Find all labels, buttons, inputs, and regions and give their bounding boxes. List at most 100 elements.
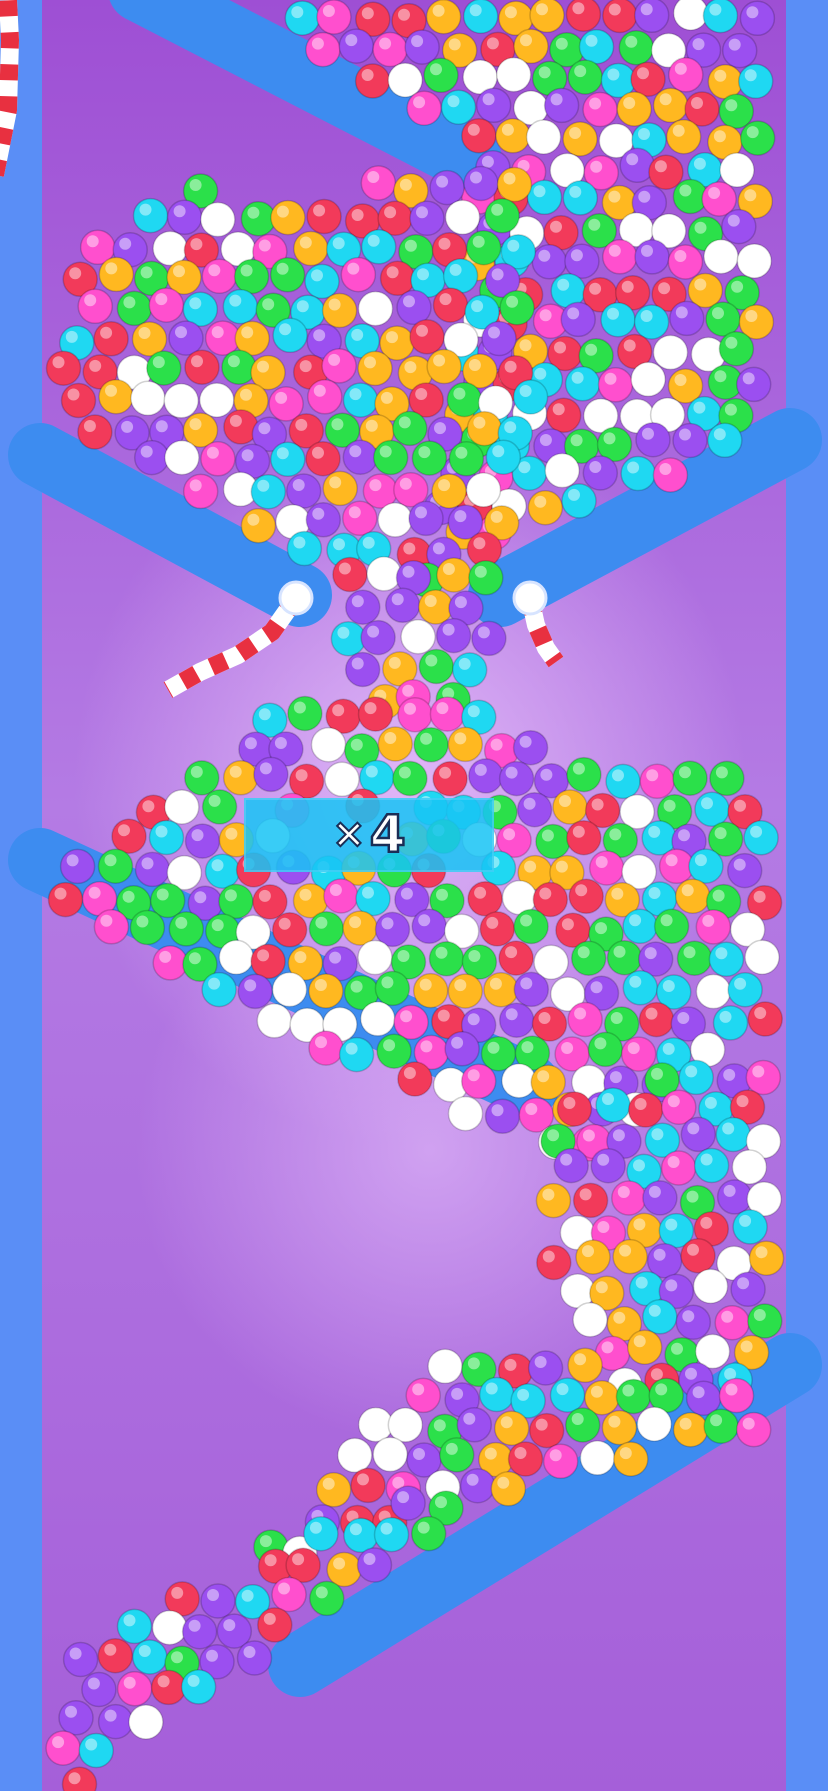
ball-shine: [206, 446, 219, 459]
ball: [721, 32, 758, 69]
ball: [446, 381, 483, 418]
ball: [531, 244, 568, 280]
ball: [735, 366, 772, 403]
ball: [252, 884, 288, 920]
ball: [552, 789, 588, 825]
ball: [271, 912, 308, 948]
ball-shine: [659, 93, 672, 106]
ball-shine: [724, 403, 737, 416]
ball: [357, 696, 394, 732]
ball-shine: [469, 65, 482, 77]
ball: [703, 238, 739, 275]
ball: [379, 260, 416, 297]
ball-shine: [567, 307, 580, 320]
ball-shine: [709, 3, 722, 16]
ball-shine: [173, 860, 186, 873]
ball: [680, 1116, 717, 1153]
ball: [512, 379, 549, 415]
ball: [376, 1033, 412, 1069]
ball-shine: [454, 1101, 467, 1114]
ball-shine: [505, 766, 518, 779]
ball-shine: [752, 1129, 765, 1142]
ball-shine: [155, 293, 168, 306]
ball-shine: [505, 1008, 518, 1021]
ball: [410, 1515, 447, 1552]
ball-shine: [633, 1159, 645, 1172]
game-screen[interactable]: × 4: [0, 0, 828, 1791]
ball: [606, 939, 643, 976]
ball-shine: [681, 884, 694, 897]
ball: [201, 789, 238, 825]
ball-shine: [683, 946, 696, 959]
ball-shine: [701, 1339, 714, 1352]
ball-shine: [394, 1412, 407, 1425]
ball-shine: [227, 237, 240, 249]
ball-shine: [570, 434, 583, 447]
ball: [133, 439, 170, 476]
ball-shine: [563, 1097, 576, 1109]
ball: [630, 61, 666, 97]
ball-shine: [438, 237, 451, 250]
ball-shine: [626, 404, 639, 417]
ball-shine: [472, 235, 485, 248]
ball-shine: [474, 886, 487, 899]
ball-shine: [626, 799, 639, 812]
ball-shine: [136, 915, 149, 928]
ball: [680, 1237, 716, 1274]
ball: [667, 244, 704, 280]
ball: [373, 1516, 410, 1553]
ball-shine: [589, 282, 602, 295]
ball-shine: [295, 769, 308, 782]
ball: [564, 1407, 601, 1443]
ball: [342, 382, 379, 418]
ball: [257, 1607, 293, 1643]
ball: [409, 319, 445, 355]
ball-shine: [490, 510, 503, 523]
ball-shine: [439, 1072, 452, 1085]
ball: [587, 1031, 624, 1068]
ball-shine: [497, 1476, 510, 1489]
ball: [544, 452, 580, 489]
ball: [709, 760, 745, 797]
ball-shine: [329, 951, 342, 964]
ball-shine: [566, 1279, 579, 1291]
ball-shine: [579, 1188, 592, 1201]
ball: [566, 819, 602, 856]
ball: [678, 1059, 714, 1096]
ball-shine: [121, 420, 134, 433]
ball: [620, 1036, 657, 1072]
ball: [285, 473, 322, 509]
ball-shine: [189, 297, 202, 310]
ball-shine: [299, 360, 312, 373]
ball: [483, 971, 519, 1008]
ball-shine: [520, 914, 533, 927]
ball-shine: [574, 65, 587, 78]
ball-shine: [313, 204, 326, 217]
ball-shine: [534, 367, 547, 380]
ball-shine: [700, 1216, 713, 1229]
ball-shine: [175, 916, 188, 929]
ball-shine: [418, 446, 431, 459]
ball-shine: [679, 1417, 692, 1430]
ball-shine: [384, 206, 397, 219]
ball-shine: [485, 1382, 498, 1395]
ball: [638, 1001, 675, 1038]
ball-shine: [229, 294, 242, 307]
ball: [350, 1467, 386, 1504]
ball-shine: [100, 914, 113, 927]
ball: [653, 908, 690, 945]
ball-shine: [693, 157, 706, 170]
ball-shine: [474, 763, 487, 776]
ball-shine: [332, 237, 345, 250]
ball-shine: [404, 702, 416, 715]
ball: [204, 853, 241, 889]
ball: [308, 911, 345, 947]
ball: [578, 28, 615, 65]
ball: [564, 366, 601, 402]
ball-shine: [619, 1244, 632, 1257]
ball: [426, 348, 462, 385]
ball-shine: [225, 945, 238, 958]
ball: [250, 473, 287, 510]
ball-shine: [550, 93, 563, 106]
ball-shine: [433, 354, 446, 367]
